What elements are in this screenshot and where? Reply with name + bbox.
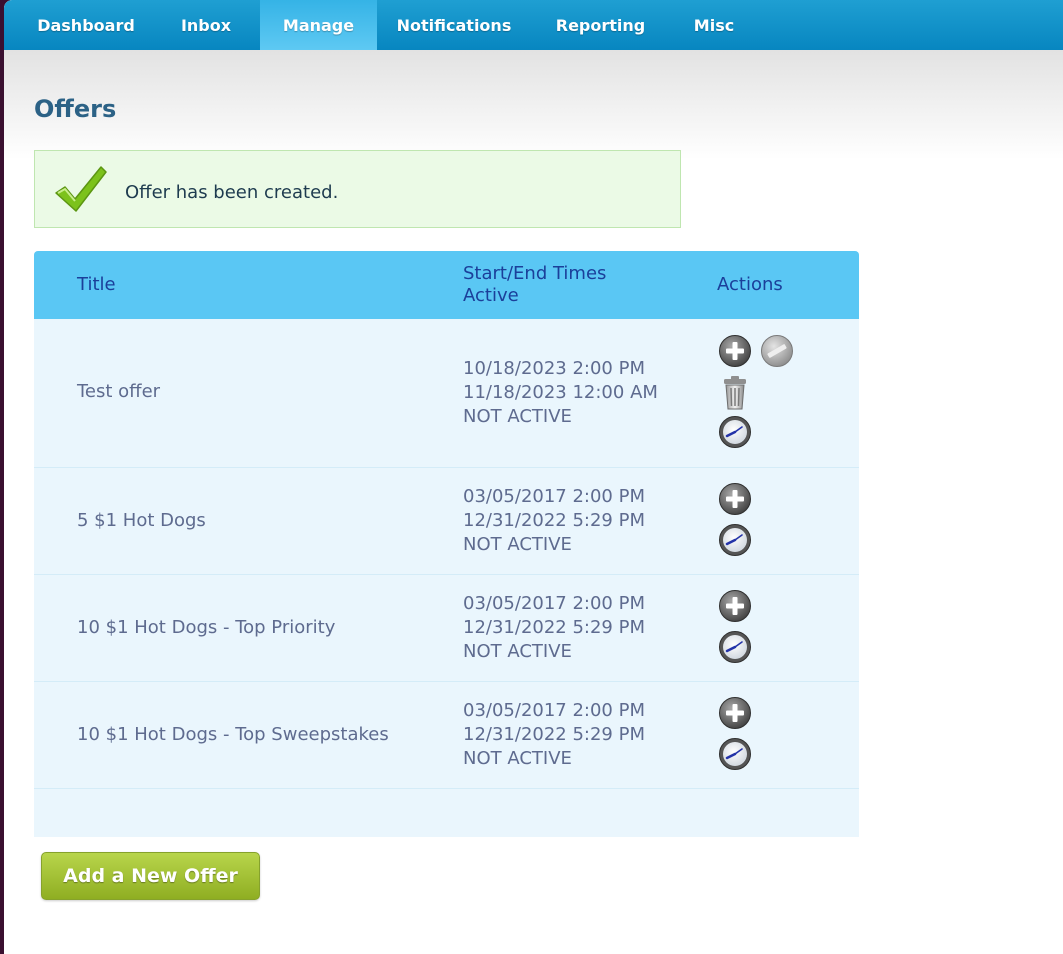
- header-times-line2: Active: [463, 285, 519, 306]
- header-actions: Actions: [717, 274, 783, 295]
- start-time: 03/05/2017 2:00 PM: [463, 593, 645, 614]
- offer-times: 10/18/2023 2:00 PM 11/18/2023 12:00 AM N…: [463, 357, 658, 429]
- alert-message: Offer has been created.: [125, 182, 339, 203]
- active-status: NOT ACTIVE: [463, 748, 572, 769]
- trash-icon[interactable]: [722, 375, 748, 411]
- header-band: [4, 50, 1063, 160]
- offers-table: Title Start/End Times Active Actions Tes…: [34, 251, 859, 837]
- table-row: Test offer 10/18/2023 2:00 PM 11/18/2023…: [34, 319, 859, 468]
- clock-icon[interactable]: [718, 523, 752, 557]
- header-times: Start/End Times Active: [463, 263, 606, 307]
- top-navigation: Dashboard Inbox Manage Notifications Rep…: [4, 0, 1063, 50]
- add-icon[interactable]: [718, 482, 752, 516]
- active-status: NOT ACTIVE: [463, 534, 572, 555]
- table-row: 5 $1 Hot Dogs 03/05/2017 2:00 PM 12/31/2…: [34, 468, 859, 575]
- offer-title[interactable]: 5 $1 Hot Dogs: [77, 510, 206, 531]
- nav-reporting[interactable]: Reporting: [537, 0, 664, 50]
- clock-icon[interactable]: [718, 737, 752, 771]
- nav-misc[interactable]: Misc: [672, 0, 756, 50]
- nav-manage[interactable]: Manage: [260, 0, 377, 50]
- offer-title[interactable]: 10 $1 Hot Dogs - Top Sweepstakes: [77, 724, 389, 745]
- add-icon[interactable]: [718, 589, 752, 623]
- offer-times: 03/05/2017 2:00 PM 12/31/2022 5:29 PM NO…: [463, 592, 645, 664]
- success-alert: Offer has been created.: [34, 150, 681, 228]
- start-time: 03/05/2017 2:00 PM: [463, 700, 645, 721]
- add-icon[interactable]: [718, 696, 752, 730]
- offer-title[interactable]: Test offer: [77, 381, 160, 402]
- offer-times: 03/05/2017 2:00 PM 12/31/2022 5:29 PM NO…: [463, 699, 645, 771]
- offer-title[interactable]: 10 $1 Hot Dogs - Top Priority: [77, 617, 335, 638]
- active-status: NOT ACTIVE: [463, 641, 572, 662]
- table-row: 10 $1 Hot Dogs - Top Priority 03/05/2017…: [34, 575, 859, 682]
- start-time: 10/18/2023 2:00 PM: [463, 358, 645, 379]
- header-title: Title: [77, 274, 116, 295]
- offer-times: 03/05/2017 2:00 PM 12/31/2022 5:29 PM NO…: [463, 485, 645, 557]
- nav-notifications[interactable]: Notifications: [379, 0, 529, 50]
- page-title: Offers: [34, 95, 117, 123]
- table-header: Title Start/End Times Active Actions: [34, 251, 859, 319]
- start-time: 03/05/2017 2:00 PM: [463, 486, 645, 507]
- nav-dashboard[interactable]: Dashboard: [20, 0, 152, 50]
- table-row: 10 $1 Hot Dogs - Top Sweepstakes 03/05/2…: [34, 682, 859, 789]
- checkmark-icon: [55, 166, 107, 212]
- nav-inbox[interactable]: Inbox: [160, 0, 252, 50]
- end-time: 11/18/2023 12:00 AM: [463, 382, 658, 403]
- disabled-icon[interactable]: [760, 334, 794, 368]
- header-times-line1: Start/End Times: [463, 263, 607, 284]
- end-time: 12/31/2022 5:29 PM: [463, 724, 645, 745]
- add-icon[interactable]: [718, 334, 752, 368]
- app-window: Dashboard Inbox Manage Notifications Rep…: [4, 0, 1063, 954]
- clock-icon[interactable]: [718, 630, 752, 664]
- active-status: NOT ACTIVE: [463, 406, 572, 427]
- end-time: 12/31/2022 5:29 PM: [463, 510, 645, 531]
- clock-icon[interactable]: [718, 415, 752, 449]
- add-new-offer-button[interactable]: Add a New Offer: [41, 852, 260, 900]
- end-time: 12/31/2022 5:29 PM: [463, 617, 645, 638]
